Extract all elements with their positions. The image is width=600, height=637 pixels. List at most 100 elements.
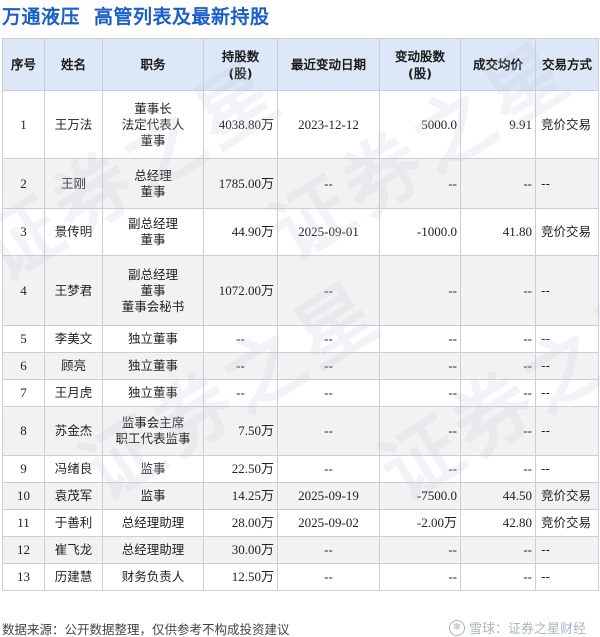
trade-method-cell: --: [535, 158, 599, 209]
change-shares-cell: --: [379, 255, 461, 326]
change-date-cell: --: [277, 536, 380, 564]
position-line: 监事: [140, 488, 166, 503]
change-shares-cell: -1000.0: [379, 208, 461, 256]
change-shares-cell: 5000.0: [379, 90, 461, 159]
shares-cell: 1785.00万: [203, 158, 278, 209]
column-header: 序号: [2, 38, 45, 91]
name-cell: 景传明: [44, 208, 103, 256]
column-header: 职务: [102, 38, 204, 91]
position-cell: 独立董事: [102, 325, 204, 353]
row-number-cell: 8: [2, 406, 45, 456]
table-row: 3 景传明 副总经理 董事 44.90万 2025-09-01 -1000.0 41.80 竞价…: [2, 208, 599, 256]
trade-method-cell: --: [535, 406, 599, 456]
position-line: 法定代表人: [121, 116, 185, 132]
trade-method-cell: 竞价交易: [535, 208, 599, 256]
position-line: 副总经理: [127, 216, 178, 231]
position-line: 董事会秘书: [121, 298, 185, 314]
shares-cell: 44.90万: [203, 208, 278, 256]
position-line: 董事长: [134, 100, 172, 116]
table-row: 2 王刚 总经理 董事 1785.00万 -- -- -- --: [2, 158, 599, 209]
shares-cell: 12.50万: [203, 563, 278, 591]
change-shares-cell: -7500.0: [379, 482, 461, 510]
shares-cell: 7.50万: [203, 406, 278, 456]
change-shares-cell: --: [379, 455, 461, 483]
position-line: 副总经理: [127, 266, 178, 282]
change-date-cell: --: [277, 379, 380, 407]
column-header: 姓名: [44, 38, 103, 91]
column-header: 变动股数 (股): [379, 38, 461, 91]
change-date-cell: --: [277, 406, 380, 456]
position-line: 独立董事: [127, 385, 178, 400]
position-line: 总经理助理: [121, 542, 185, 557]
row-number-cell: 12: [2, 536, 45, 564]
shares-cell: 30.00万: [203, 536, 278, 564]
avg-price-cell: --: [460, 379, 536, 407]
position-line: 监事会主席: [121, 415, 185, 430]
trade-method-cell: --: [535, 536, 599, 564]
change-date-cell: 2023-12-12: [277, 90, 380, 159]
avg-price-cell: --: [460, 255, 536, 326]
table-row: 1 王万法 董事长 法定代表人 董事 4038.80万 2023-12-12 5000.0 9.…: [2, 90, 599, 159]
position-line: 财务负责人: [121, 569, 185, 584]
position-line: 监事: [140, 461, 166, 476]
brand-watermark: ❄ 雪球：证券之星财经: [448, 618, 586, 637]
change-shares-cell: --: [379, 352, 461, 380]
table-row: 12 崔飞龙 总经理助理 30.00万 -- -- -- --: [2, 536, 599, 564]
avg-price-cell: 41.80: [460, 208, 536, 256]
change-shares-cell: --: [379, 406, 461, 456]
data-source-note: 数据来源：公开数据整理，仅供参考不构成投资建议: [2, 622, 290, 637]
position-line: 董事: [140, 132, 166, 148]
table-row: 5 李美文 独立董事 -- -- -- -- --: [2, 325, 599, 353]
row-number-cell: 9: [2, 455, 45, 483]
table-row: 7 王月虎 独立董事 -- -- -- -- --: [2, 379, 599, 407]
shares-cell: --: [203, 325, 278, 353]
position-cell: 总经理助理: [102, 536, 204, 564]
avg-price-cell: 42.80: [460, 509, 536, 537]
change-date-cell: 2025-09-01: [277, 208, 380, 256]
avg-price-cell: --: [460, 536, 536, 564]
position-cell: 独立董事: [102, 379, 204, 407]
change-date-cell: 2025-09-02: [277, 509, 380, 537]
name-cell: 于善利: [44, 509, 103, 537]
company-name: 万通液压: [2, 5, 81, 28]
position-cell: 独立董事: [102, 352, 204, 380]
position-cell: 董事长 法定代表人 董事: [102, 90, 204, 159]
avg-price-cell: --: [460, 325, 536, 353]
row-number-cell: 7: [2, 379, 45, 407]
change-date-cell: --: [277, 352, 380, 380]
position-cell: 监事: [102, 482, 204, 510]
trade-method-cell: --: [535, 352, 599, 380]
row-number-cell: 6: [2, 352, 45, 380]
shares-cell: 4038.80万: [203, 90, 278, 159]
trade-method-cell: --: [535, 379, 599, 407]
position-line: 董事: [140, 183, 166, 199]
column-header: 持股数 (股): [203, 38, 278, 91]
change-date-cell: --: [277, 455, 380, 483]
position-cell: 财务负责人: [102, 563, 204, 591]
trade-method-cell: 竞价交易: [535, 509, 599, 537]
table-row: 13 历建慧 财务负责人 12.50万 -- -- -- --: [2, 563, 599, 591]
name-cell: 历建慧: [44, 563, 103, 591]
avg-price-cell: --: [460, 406, 536, 456]
change-shares-cell: --: [379, 158, 461, 209]
change-date-cell: --: [277, 325, 380, 353]
row-number-cell: 1: [2, 90, 45, 159]
position-line: 职工代表监事: [115, 431, 191, 446]
name-cell: 王梦君: [44, 255, 103, 326]
avg-price-cell: --: [460, 158, 536, 209]
trade-method-cell: --: [535, 325, 599, 353]
page-header: 万通液压 高管列表及最新持股: [0, 0, 600, 30]
position-cell: 监事会主席 职工代表监事: [102, 406, 204, 456]
change-shares-cell: --: [379, 379, 461, 407]
position-line: 独立董事: [127, 358, 178, 373]
table-row: 4 王梦君 副总经理 董事 董事会秘书 1072.00万 -- -- -- --: [2, 255, 599, 326]
position-line: 董事: [140, 282, 166, 298]
avg-price-cell: --: [460, 563, 536, 591]
change-date-cell: --: [277, 255, 380, 326]
name-cell: 顾亮: [44, 352, 103, 380]
position-cell: 监事: [102, 455, 204, 483]
position-cell: 总经理助理: [102, 509, 204, 537]
column-header: 成交均价: [460, 38, 536, 91]
name-cell: 冯绪良: [44, 455, 103, 483]
snowball-logo-icon: ❄: [448, 619, 465, 636]
